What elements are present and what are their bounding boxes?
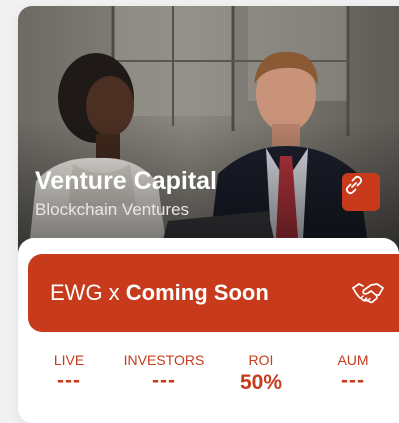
status-banner[interactable]: EWG x Coming Soon (28, 254, 399, 332)
stats-row: LIVE --- INVESTORS --- ROI 50% AUM --- (18, 352, 399, 412)
stat-investors: INVESTORS --- (116, 352, 212, 393)
stat-label: ROI (248, 352, 274, 368)
info-panel: EWG x Coming Soon LIVE --- INVESTORS ---… (18, 238, 399, 423)
banner-text: EWG x Coming Soon (50, 280, 269, 306)
link-button[interactable] (342, 173, 380, 211)
hero-image: Venture Capital Blockchain Ventures (18, 6, 399, 258)
stat-value: 50% (239, 371, 283, 394)
stat-value: --- (152, 369, 176, 392)
stat-aum: AUM --- (318, 352, 388, 393)
handshake-icon (352, 283, 384, 304)
stat-label: LIVE (53, 352, 85, 368)
stat-label: INVESTORS (123, 352, 205, 368)
link-icon (345, 175, 363, 195)
stat-label: AUM (337, 352, 369, 368)
meeting-photo (18, 6, 399, 258)
banner-prefix: EWG x (50, 280, 126, 305)
stat-live: LIVE --- (34, 352, 104, 393)
stat-roi: ROI 50% (223, 352, 299, 395)
venture-card[interactable]: Venture Capital Blockchain Ventures EWG … (18, 6, 399, 423)
hero-title: Venture Capital (35, 167, 217, 195)
stat-value: --- (341, 369, 365, 392)
hero-subtitle: Blockchain Ventures (35, 200, 190, 219)
stat-value: --- (57, 369, 81, 392)
banner-status: Coming Soon (125, 280, 269, 305)
